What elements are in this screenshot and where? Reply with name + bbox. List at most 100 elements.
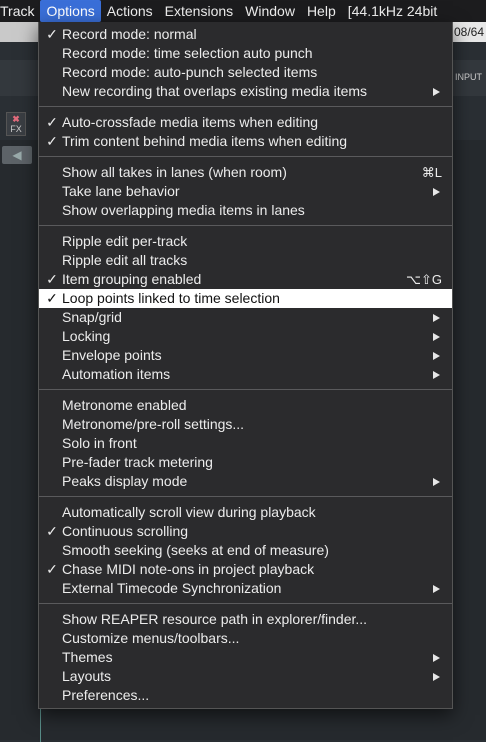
menu-item-label: Smooth seeking (seeks at end of measure) xyxy=(62,542,329,558)
menu-item-label: Record mode: normal xyxy=(62,26,197,42)
menu-separator xyxy=(39,106,452,107)
menu-item-show-overlapping-media-items-in-lanes[interactable]: Show overlapping media items in lanes xyxy=(39,201,452,220)
menu-item-label: Locking xyxy=(62,328,111,344)
menu-item-label: Envelope points xyxy=(62,347,162,363)
collapse-arrow-icon[interactable]: ◀ xyxy=(2,146,32,164)
menu-item-label: Preferences... xyxy=(62,687,150,703)
menu-actions[interactable]: Actions xyxy=(101,0,159,22)
menu-item-label: Layouts xyxy=(62,668,112,684)
menu-item-label: Customize menus/toolbars... xyxy=(62,630,240,646)
menu-extensions[interactable]: Extensions xyxy=(159,0,239,22)
menu-item-metronome-pre-roll-settings[interactable]: Metronome/pre-roll settings... xyxy=(39,415,452,434)
shortcut-label: ⌘L xyxy=(421,165,442,180)
menu-item-envelope-points[interactable]: Envelope points xyxy=(39,346,452,365)
menu-separator xyxy=(39,496,452,497)
menu-item-ripple-edit-all-tracks[interactable]: Ripple edit all tracks xyxy=(39,251,452,270)
menu-options[interactable]: Options xyxy=(40,0,101,22)
menu-item-take-lane-behavior[interactable]: Take lane behavior xyxy=(39,182,452,201)
menu-item-locking[interactable]: Locking xyxy=(39,327,452,346)
menu-item-peaks-display-mode[interactable]: Peaks display mode xyxy=(39,472,452,491)
shortcut-label: ⌥⇧G xyxy=(406,272,442,287)
fx-button[interactable]: ✖ FX xyxy=(6,112,26,136)
checkmark-icon: ✓ xyxy=(46,561,58,577)
menu-help[interactable]: Help xyxy=(301,0,342,22)
menu-item-smooth-seeking-seeks-at-end-of-measure[interactable]: Smooth seeking (seeks at end of measure) xyxy=(39,541,452,560)
submenu-arrow-icon xyxy=(433,673,440,681)
menu-item-label: Pre-fader track metering xyxy=(62,454,213,470)
submenu-arrow-icon xyxy=(433,314,440,322)
options-dropdown-menu: ✓ Record mode: normal Record mode: time se… xyxy=(38,22,453,709)
close-icon: ✖ xyxy=(12,114,20,124)
menu-item-label: Auto-crossfade media items when editing xyxy=(62,114,319,130)
menu-item-label: Trim content behind media items when edi… xyxy=(62,133,348,149)
menu-item-external-timecode-synchronization[interactable]: External Timecode Synchronization xyxy=(39,579,452,598)
menu-item-label: Peaks display mode xyxy=(62,473,188,489)
submenu-arrow-icon xyxy=(433,88,440,96)
checkmark-icon: ✓ xyxy=(46,271,58,287)
menu-item-label: Loop points linked to time selection xyxy=(62,290,280,306)
menu-window[interactable]: Window xyxy=(239,0,301,22)
menu-item-label: Automation items xyxy=(62,366,171,382)
checkmark-icon: ✓ xyxy=(46,290,58,306)
input-label: INPUT xyxy=(455,72,482,82)
menu-item-label: Record mode: time selection auto punch xyxy=(62,45,313,61)
menu-item-automation-items[interactable]: Automation items xyxy=(39,365,452,384)
menu-item-themes[interactable]: Themes xyxy=(39,648,452,667)
checkmark-icon: ✓ xyxy=(46,26,58,42)
submenu-arrow-icon xyxy=(433,333,440,341)
menu-item-label: Take lane behavior xyxy=(62,183,180,199)
checkmark-icon: ✓ xyxy=(46,133,58,149)
submenu-arrow-icon xyxy=(433,352,440,360)
menu-separator xyxy=(39,225,452,226)
submenu-arrow-icon xyxy=(433,188,440,196)
menu-item-label: Show overlapping media items in lanes xyxy=(62,202,305,218)
menu-item-pre-fader-track-metering[interactable]: Pre-fader track metering xyxy=(39,453,452,472)
checkmark-icon: ✓ xyxy=(46,523,58,539)
menu-item-continuous-scrolling[interactable]: ✓ Continuous scrolling xyxy=(39,522,452,541)
menu-item-record-mode-auto-punch-selected-items[interactable]: Record mode: auto-punch selected items xyxy=(39,63,452,82)
menu-item-solo-in-front[interactable]: Solo in front xyxy=(39,434,452,453)
menu-item-show-all-takes-in-lanes-when-room[interactable]: Show all takes in lanes (when room) ⌘L xyxy=(39,163,452,182)
menu-item-preferences[interactable]: Preferences... xyxy=(39,686,452,705)
menu-item-snap-grid[interactable]: Snap/grid xyxy=(39,308,452,327)
menu-item-record-mode-time-selection-auto-punch[interactable]: Record mode: time selection auto punch xyxy=(39,44,452,63)
menu-separator xyxy=(39,389,452,390)
menu-item-label: New recording that overlaps existing med… xyxy=(62,83,368,99)
menu-item-automatically-scroll-view-during-playback[interactable]: Automatically scroll view during playbac… xyxy=(39,503,452,522)
menu-item-label: Solo in front xyxy=(62,435,137,451)
menu-item-label: Item grouping enabled xyxy=(62,271,202,287)
menu-item-label: External Timecode Synchronization xyxy=(62,580,282,596)
menu-item-label: Show all takes in lanes (when room) xyxy=(62,164,287,180)
submenu-arrow-icon xyxy=(433,654,440,662)
menu-item-ripple-edit-per-track[interactable]: Ripple edit per-track xyxy=(39,232,452,251)
menu-item-record-mode-normal[interactable]: ✓ Record mode: normal xyxy=(39,25,452,44)
menu-item-label: Continuous scrolling xyxy=(62,523,189,539)
menu-item-label: Snap/grid xyxy=(62,309,122,325)
menu-item-label: Record mode: auto-punch selected items xyxy=(62,64,318,80)
menu-item-layouts[interactable]: Layouts xyxy=(39,667,452,686)
menu-item-customize-menus-toolbars[interactable]: Customize menus/toolbars... xyxy=(39,629,452,648)
menu-item-chase-midi-note-ons-in-project-playback[interactable]: ✓ Chase MIDI note-ons in project playback xyxy=(39,560,452,579)
menu-track[interactable]: Track xyxy=(0,0,40,22)
menu-bar: Track Options Actions Extensions Window … xyxy=(0,0,486,22)
menu-item-show-reaper-resource-path-in-explorer-finder[interactable]: Show REAPER resource path in explorer/fi… xyxy=(39,610,452,629)
menu-item-label: Ripple edit all tracks xyxy=(62,252,188,268)
menu-item-item-grouping-enabled[interactable]: ✓ Item grouping enabled ⌥⇧G xyxy=(39,270,452,289)
submenu-arrow-icon xyxy=(433,371,440,379)
menu-item-metronome-enabled[interactable]: Metronome enabled xyxy=(39,396,452,415)
menu-item-label: Ripple edit per-track xyxy=(62,233,188,249)
menu-separator xyxy=(39,603,452,604)
menu-item-label: Metronome enabled xyxy=(62,397,187,413)
checkmark-icon: ✓ xyxy=(46,114,58,130)
menu-item-loop-points-linked-to-time-selection[interactable]: ✓ Loop points linked to time selection xyxy=(39,289,452,308)
menu-item-new-recording-that-overlaps-existing-media-items[interactable]: New recording that overlaps existing med… xyxy=(39,82,452,101)
menu-item-label: Metronome/pre-roll settings... xyxy=(62,416,245,432)
submenu-arrow-icon xyxy=(433,585,440,593)
menu-item-label: Themes xyxy=(62,649,113,665)
menu-item-auto-crossfade-media-items-when-editing[interactable]: ✓ Auto-crossfade media items when editing xyxy=(39,113,452,132)
menu-item-label: Automatically scroll view during playbac… xyxy=(62,504,316,520)
fx-label: FX xyxy=(10,124,22,134)
menu-item-label: Chase MIDI note-ons in project playback xyxy=(62,561,315,577)
sample-rate-status: [44.1kHz 24bit xyxy=(347,3,438,19)
menu-item-trim-content-behind-media-items-when-editing[interactable]: ✓ Trim content behind media items when ed… xyxy=(39,132,452,151)
